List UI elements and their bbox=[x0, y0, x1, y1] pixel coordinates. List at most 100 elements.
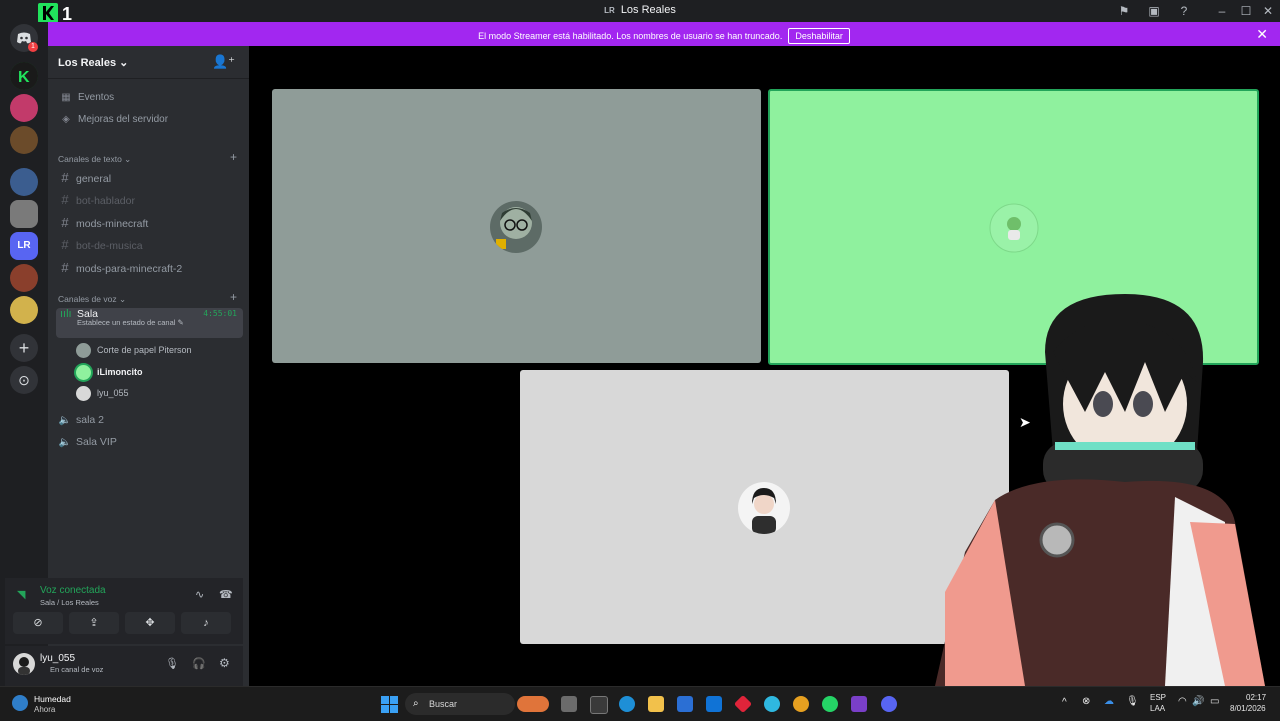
sidebar-item-mejoras[interactable]: ◈ Mejoras del servidor bbox=[58, 114, 168, 125]
minimize-button[interactable]: – bbox=[1214, 3, 1230, 19]
hash-icon: # bbox=[61, 237, 69, 252]
server-anime-icon[interactable] bbox=[10, 200, 38, 228]
server-kick-icon[interactable]: K bbox=[10, 62, 38, 90]
server-group-icon[interactable] bbox=[10, 168, 38, 196]
whatsapp-icon[interactable] bbox=[822, 696, 838, 712]
voice-channel-sala[interactable]: ıılı Sala 4:55:01 Establece un estado de… bbox=[56, 308, 243, 338]
tray-onedrive-icon[interactable]: ☁ bbox=[1104, 696, 1114, 707]
explore-servers-icon[interactable]: ⊙ bbox=[10, 366, 38, 394]
add-server-icon[interactable]: + bbox=[10, 334, 38, 362]
avatar bbox=[490, 201, 542, 253]
taskbar-search-box[interactable]: ⌕ Buscar bbox=[405, 693, 515, 715]
channel-general[interactable]: # general bbox=[56, 168, 243, 188]
close-banner-icon[interactable]: ✕ bbox=[1256, 26, 1268, 43]
add-text-channel-icon[interactable]: + bbox=[230, 150, 237, 164]
server-name[interactable]: Los Reales ⌄ bbox=[58, 56, 128, 69]
tray-app-icon[interactable]: ⊗ bbox=[1082, 696, 1090, 707]
invite-people-icon[interactable]: 👤⁺ bbox=[212, 54, 235, 70]
server-character-icon[interactable] bbox=[10, 264, 38, 292]
voice-status[interactable]: Voz conectada bbox=[40, 585, 106, 596]
text-category-header[interactable]: Canales de texto ⌄ bbox=[58, 154, 131, 165]
wifi-icon[interactable]: ◠ bbox=[1178, 696, 1187, 707]
start-button-icon[interactable] bbox=[381, 696, 398, 713]
visual-studio-icon[interactable] bbox=[851, 696, 867, 712]
voice-location[interactable]: Sala / Los Reales bbox=[40, 598, 99, 607]
battery-icon[interactable]: ▭ bbox=[1210, 696, 1219, 707]
window-titlebar: 1 LR Los Reales ⚑ ▣ ? – ☐ ✕ bbox=[0, 0, 1280, 24]
camera-off-button[interactable]: ⊘ bbox=[13, 612, 63, 634]
edge-icon[interactable] bbox=[619, 696, 635, 712]
channel-mods-para-minecraft-2[interactable]: # mods-para-minecraft-2 bbox=[56, 258, 243, 278]
set-channel-status[interactable]: Establece un estado de canal ✎ bbox=[77, 318, 184, 328]
activities-button[interactable]: ✥ bbox=[125, 612, 175, 634]
language-indicator[interactable]: ESP bbox=[1150, 693, 1166, 702]
headphones-icon[interactable]: 🎧 bbox=[192, 657, 206, 670]
settings-gear-icon[interactable]: ⚙ bbox=[219, 656, 230, 670]
weather-subtitle: Ahora bbox=[34, 705, 56, 714]
vtuber-avatar-overlay bbox=[935, 292, 1280, 686]
server-header[interactable]: Los Reales ⌄ 👤⁺ bbox=[48, 46, 249, 79]
voice-user-ilimoncito[interactable]: iLimoncito bbox=[76, 363, 143, 381]
disconnect-icon[interactable]: ☎ bbox=[219, 588, 233, 601]
avatar bbox=[76, 386, 91, 402]
add-voice-channel-icon[interactable]: + bbox=[230, 290, 237, 304]
discord-taskbar-icon[interactable] bbox=[881, 696, 897, 712]
tray-mic-icon[interactable]: 🎙 bbox=[1126, 696, 1139, 707]
search-highlight-icon[interactable] bbox=[517, 696, 549, 712]
terminal-icon[interactable] bbox=[590, 696, 608, 714]
screen-icon[interactable]: ▣ bbox=[1146, 3, 1162, 19]
blue-app-icon[interactable] bbox=[764, 696, 780, 712]
video-tile-piterson[interactable] bbox=[272, 89, 761, 363]
username[interactable]: lyu_055 bbox=[40, 653, 75, 664]
help-icon[interactable]: ? bbox=[1176, 3, 1192, 19]
soundboard-button[interactable]: ♪ bbox=[181, 612, 231, 634]
chevron-up-icon[interactable]: ^ bbox=[1062, 697, 1067, 708]
task-view-icon[interactable] bbox=[561, 696, 577, 712]
server-misc-icon[interactable] bbox=[10, 296, 38, 324]
share-screen-button[interactable]: ⇪ bbox=[69, 612, 119, 634]
clock-time[interactable]: 02:17 bbox=[1246, 693, 1266, 702]
hash-icon: # bbox=[61, 215, 69, 230]
chevron-down-icon: ⌄ bbox=[119, 57, 129, 69]
speaker-icon: 🔈 bbox=[58, 437, 72, 448]
user-panel: lyu_055 En canal de voz 🎙 🎧 ⚙ bbox=[5, 646, 243, 686]
voice-user-piterson[interactable]: Corte de papel Piterson bbox=[76, 341, 192, 359]
user-status: En canal de voz bbox=[50, 665, 104, 674]
store-icon[interactable] bbox=[677, 696, 693, 712]
voice-channel-sala-vip[interactable]: 🔈 Sala VIP bbox=[56, 432, 243, 452]
user-avatar[interactable] bbox=[13, 653, 35, 675]
weather-title[interactable]: Humedad bbox=[34, 694, 71, 704]
avatar bbox=[988, 202, 1040, 254]
channel-bot-de-musica[interactable]: # bot-de-musica bbox=[56, 235, 243, 255]
voice-channel-sala-2[interactable]: 🔈 sala 2 bbox=[56, 410, 243, 430]
outlook-icon[interactable] bbox=[706, 696, 722, 712]
noise-suppression-icon[interactable]: ∿ bbox=[195, 588, 204, 601]
voice-connection-panel: ◥ Voz conectada Sala / Los Reales ∿ ☎ ⊘ … bbox=[5, 578, 243, 644]
maximize-button[interactable]: ☐ bbox=[1238, 3, 1254, 19]
server-folder-icon[interactable] bbox=[10, 126, 38, 154]
banner-message: El modo Streamer está habilitado. Los no… bbox=[478, 31, 783, 41]
channel-mods-minecraft[interactable]: # mods-minecraft bbox=[56, 213, 243, 233]
avatar bbox=[76, 343, 91, 359]
channel-bot-hablador[interactable]: # bot-hablador bbox=[56, 190, 243, 210]
signal-icon: ◥ bbox=[17, 589, 26, 601]
voice-user-lyu[interactable]: lyu_055 bbox=[76, 384, 129, 402]
microphone-icon[interactable]: 🎙 bbox=[165, 657, 179, 670]
weather-icon[interactable] bbox=[12, 695, 28, 711]
clock-date[interactable]: 8/01/2026 bbox=[1230, 704, 1266, 713]
inbox-flag-icon[interactable]: ⚑ bbox=[1116, 3, 1132, 19]
mouse-cursor-icon: ➤ bbox=[1019, 414, 1031, 430]
hash-icon: # bbox=[61, 170, 69, 185]
server-los-reales-icon[interactable]: LR bbox=[10, 232, 38, 260]
calendar-icon: ▦ bbox=[61, 92, 71, 103]
volume-icon[interactable]: 🔊 bbox=[1192, 696, 1204, 707]
chrome-icon[interactable] bbox=[793, 696, 809, 712]
close-window-button[interactable]: ✕ bbox=[1260, 3, 1276, 19]
avatar bbox=[76, 365, 91, 381]
avatar bbox=[738, 482, 790, 534]
disable-streamer-button[interactable]: Deshabilitar bbox=[788, 28, 850, 44]
red-app-icon[interactable] bbox=[733, 694, 753, 714]
sidebar-item-eventos[interactable]: ▦ Eventos bbox=[58, 92, 114, 103]
server-fnaf-icon[interactable] bbox=[10, 94, 38, 122]
file-explorer-icon[interactable] bbox=[648, 696, 664, 712]
